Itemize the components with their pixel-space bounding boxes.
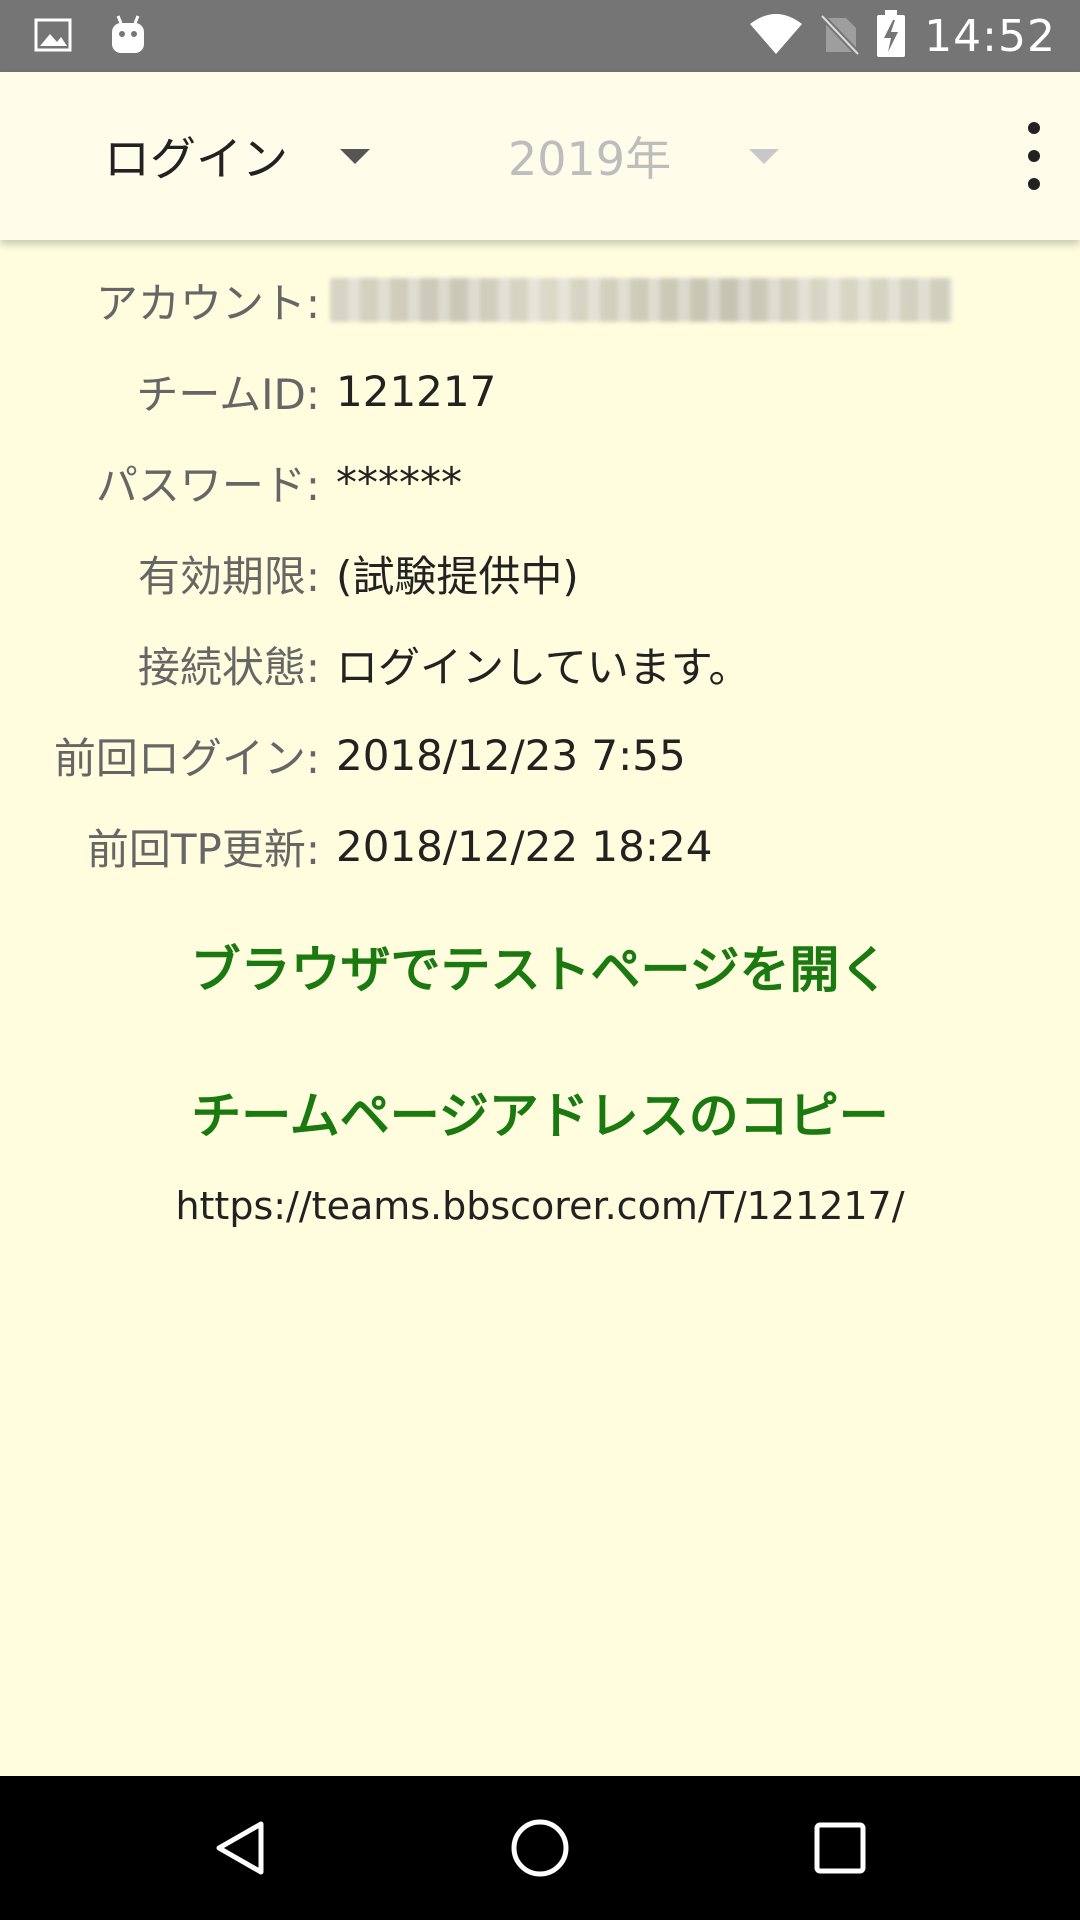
connection-status-row: 接続状態: ログインしています。: [0, 634, 1080, 694]
password-label: パスワード:: [95, 460, 320, 510]
account-label: アカウント:: [95, 278, 320, 328]
account-row: アカウント:: [0, 270, 1080, 330]
android-icon: [108, 14, 148, 62]
more-vert-icon[interactable]: [1016, 122, 1052, 190]
login-info-panel: アカウント: チームID: 121217 パスワード: ****** 有効期限:…: [0, 240, 1080, 1776]
last-tp-update-label: 前回TP更新:: [86, 824, 320, 874]
status-bar-left: [34, 14, 148, 62]
battery-charging-icon: [876, 10, 906, 62]
dropdown-arrow-icon: [749, 148, 780, 164]
connection-status-value: ログインしています。: [336, 642, 751, 692]
recents-icon[interactable]: [804, 1812, 876, 1884]
copy-team-address-button[interactable]: チームページアドレスのコピー: [0, 1076, 1080, 1148]
expiry-row: 有効期限: (試験提供中): [0, 543, 1080, 603]
team-page-url: https://teams.bbscorer.com/T/121217/: [175, 1184, 905, 1228]
expiry-value: (試験提供中): [336, 551, 579, 601]
system-nav-bar: [0, 1776, 1080, 1920]
account-value-blurred: [330, 278, 952, 322]
status-bar-right: 14:52: [748, 0, 1056, 72]
last-tp-update-row: 前回TP更新: 2018/12/22 18:24: [0, 816, 1080, 876]
last-login-row: 前回ログイン: 2018/12/23 7:55: [0, 725, 1080, 785]
mode-spinner[interactable]: ログイン: [104, 72, 370, 240]
wifi-icon: [748, 12, 804, 60]
connection-status-label: 接続状態:: [137, 642, 320, 692]
back-icon[interactable]: [205, 1812, 277, 1884]
no-sim-icon: [820, 12, 861, 60]
year-spinner[interactable]: 2019年: [508, 72, 780, 240]
home-icon[interactable]: [504, 1812, 576, 1884]
dropdown-arrow-icon: [340, 148, 370, 164]
team-id-label: チームID:: [136, 369, 320, 419]
open-test-page-button[interactable]: ブラウザでテストページを開く: [0, 930, 1080, 1002]
year-spinner-label: 2019年: [508, 132, 672, 186]
team-id-value: 121217: [336, 366, 497, 416]
password-value: ******: [336, 457, 462, 507]
password-row: パスワード: ******: [0, 452, 1080, 512]
team-id-row: チームID: 121217: [0, 361, 1080, 421]
mode-spinner-label: ログイン: [104, 132, 288, 186]
last-tp-update-value: 2018/12/22 18:24: [336, 821, 713, 871]
app-toolbar: ログイン 2019年: [0, 72, 1080, 240]
status-time: 14:52: [924, 10, 1056, 62]
status-bar: 14:52: [0, 0, 1080, 72]
last-login-value: 2018/12/23 7:55: [336, 730, 686, 780]
image-icon: [34, 16, 74, 60]
last-login-label: 前回ログイン:: [53, 733, 320, 783]
expiry-label: 有効期限:: [137, 551, 320, 601]
